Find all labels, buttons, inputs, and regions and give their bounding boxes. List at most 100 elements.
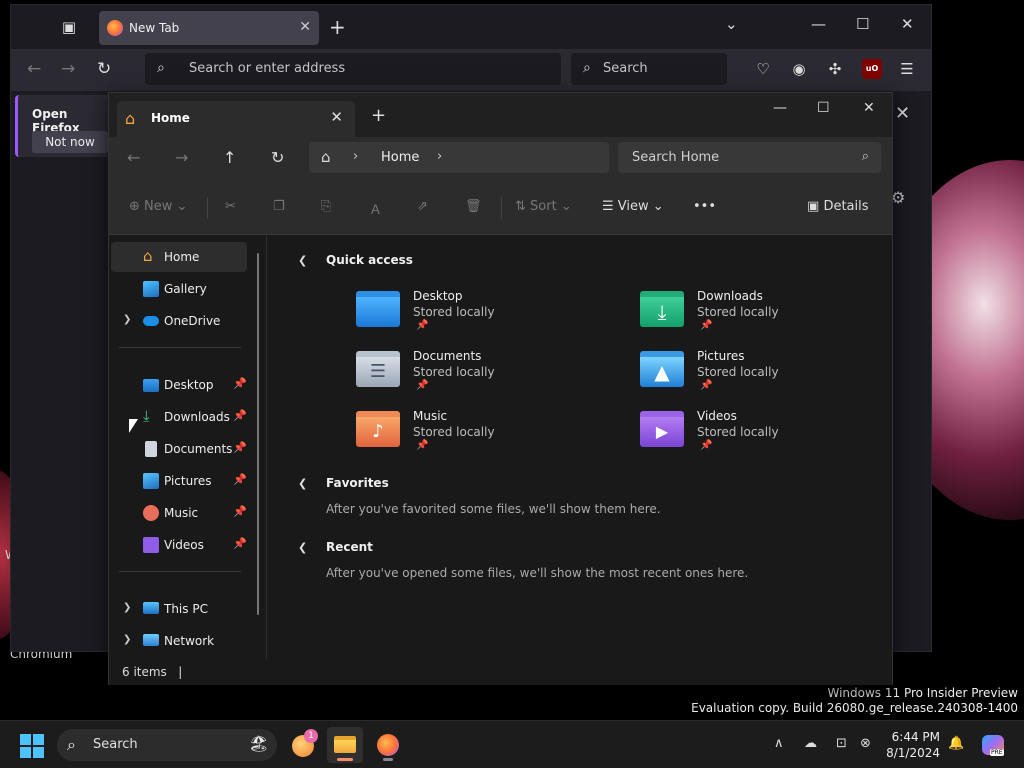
account-icon[interactable]: ◉ — [789, 59, 809, 79]
sidebar-item-home[interactable]: ⌂ Home — [111, 242, 247, 272]
new-button[interactable]: ⊕ New ⌄ — [129, 199, 187, 214]
close-tab-icon[interactable]: ✕ — [299, 19, 311, 35]
delete-icon[interactable]: 🗑 — [465, 199, 482, 214]
back-icon[interactable]: ← — [27, 59, 41, 79]
new-tab-icon[interactable]: + — [371, 105, 386, 126]
start-button[interactable] — [20, 734, 44, 758]
taskbar-app-notifications[interactable]: 1 — [286, 727, 322, 763]
minimize-icon[interactable]: — — [773, 100, 787, 116]
recent-chevron-icon[interactable]: ❮ — [298, 541, 307, 554]
sidebar-item-pictures[interactable]: Pictures 📌 — [111, 466, 247, 496]
chevron-right-icon[interactable]: › — [353, 149, 358, 164]
quick-access-pictures[interactable]: ▲ Pictures Stored locally 📌 — [640, 347, 880, 403]
sidebar-item-label: Gallery — [164, 282, 207, 296]
firefox-search-bar[interactable]: ⌕ Search — [571, 53, 727, 85]
nav-divider — [119, 571, 241, 572]
cut-icon[interactable]: ✂ — [225, 199, 236, 214]
rename-icon[interactable]: Ａ — [369, 199, 382, 218]
copilot-button[interactable]: PRE — [976, 727, 1012, 763]
paste-icon[interactable]: ⎘ — [321, 199, 331, 214]
favorites-chevron-icon[interactable]: ❮ — [298, 477, 307, 490]
explorer-tab-home[interactable]: ⌂ Home ✕ — [117, 101, 355, 137]
taskbar-search[interactable]: ⌕ Search 🏖 — [57, 729, 277, 761]
breadcrumb[interactable]: ⌂ › Home › — [309, 142, 609, 173]
windows-logo-pane — [20, 747, 31, 758]
view-button[interactable]: ☰ View ⌄ — [602, 199, 664, 214]
new-tab-icon[interactable]: + — [329, 15, 346, 39]
refresh-icon[interactable]: ↻ — [271, 148, 284, 167]
pictures-icon — [143, 473, 159, 489]
sidebar-item-onedrive[interactable]: ❯ OneDrive — [111, 306, 247, 336]
url-bar[interactable]: ⌕ Search or enter address — [145, 53, 561, 85]
back-icon[interactable]: ← — [127, 148, 140, 167]
chevron-right-icon[interactable]: ❯ — [123, 634, 131, 645]
forward-icon[interactable]: → — [61, 59, 75, 79]
chevron-right-icon[interactable]: ❯ — [123, 602, 131, 613]
close-window-icon[interactable]: ✕ — [901, 15, 914, 33]
tab-list-icon[interactable]: ▣ — [59, 17, 79, 37]
more-options-icon[interactable]: ••• — [693, 199, 716, 214]
quick-access-music[interactable]: ♪ Music Stored locally 📌 — [356, 407, 596, 463]
close-tab-icon[interactable]: ✕ — [330, 108, 343, 126]
reload-icon[interactable]: ↻ — [97, 59, 111, 79]
sidebar-item-this-pc[interactable]: ❯ This PC — [111, 594, 247, 624]
favorites-header[interactable]: Favorites — [326, 476, 389, 490]
quick-access-desktop[interactable]: Desktop Stored locally 📌 — [356, 287, 596, 343]
quick-access-status: Stored locally — [413, 425, 495, 439]
windows-watermark: Windows 11 Pro Insider Preview Evaluatio… — [691, 686, 1018, 716]
firefox-tab-newtab[interactable]: New Tab ✕ — [99, 11, 319, 45]
share-icon[interactable]: ⇗ — [417, 199, 428, 214]
gear-icon[interactable]: ⚙ — [891, 188, 905, 207]
close-window-icon[interactable]: ✕ — [863, 100, 875, 116]
ublock-icon[interactable]: uO — [862, 59, 882, 79]
sidebar-item-desktop[interactable]: Desktop 📌 — [111, 370, 247, 400]
menu-icon[interactable]: ☰ — [897, 59, 917, 79]
breadcrumb-home[interactable]: Home — [381, 150, 419, 165]
chevron-up-icon[interactable]: ∧ — [774, 736, 784, 751]
quick-access-videos[interactable]: ▶ Videos Stored locally 📌 — [640, 407, 880, 463]
quick-access-header[interactable]: Quick access — [326, 253, 413, 267]
computer-icon — [143, 602, 159, 614]
taskbar-app-firefox[interactable] — [370, 727, 406, 763]
maximize-icon[interactable]: ☐ — [856, 15, 869, 33]
details-button[interactable]: ▣ Details — [807, 199, 869, 214]
sidebar-item-videos[interactable]: Videos 📌 — [111, 530, 247, 560]
pin-icon: 📌 — [416, 380, 429, 391]
banner-close-icon[interactable]: ✕ — [895, 103, 910, 124]
chevron-right-icon[interactable]: › — [437, 149, 442, 164]
sidebar-item-label: Desktop — [164, 378, 214, 392]
command-bar: ⊕ New ⌄ ✂ ❐ ⎘ Ａ ⇗ 🗑 ⇅ Sort ⌄ ☰ View ⌄ ••… — [109, 181, 892, 235]
forward-icon[interactable]: → — [175, 148, 188, 167]
maximize-icon[interactable]: ☐ — [817, 100, 830, 116]
not-now-button[interactable]: Not now — [32, 131, 108, 153]
network-icon[interactable]: ⊡ — [836, 736, 847, 751]
copy-icon[interactable]: ❐ — [273, 199, 285, 214]
chevron-down-icon[interactable]: ⌄ — [725, 15, 738, 33]
explorer-search-input[interactable]: Search Home ⌕ — [618, 142, 881, 173]
clock[interactable]: 6:44 PM 8/1/2024 — [858, 729, 940, 761]
bell-icon[interactable]: 🔔 — [948, 736, 964, 751]
nav-scrollbar[interactable] — [257, 253, 259, 615]
pin-icon: 📌 — [700, 440, 713, 451]
item-count-text: 6 items — [122, 665, 167, 679]
sidebar-item-documents[interactable]: Documents 📌 — [111, 434, 247, 464]
extensions-icon[interactable]: ✣ — [825, 59, 845, 79]
quick-access-status: Stored locally — [413, 305, 495, 319]
onedrive-offline-icon[interactable]: ☁ — [804, 736, 817, 751]
file-explorer-window[interactable]: ⌂ Home ✕ + — ☐ ✕ ← → ↑ ↻ ⌂ › Home › Sear… — [108, 92, 893, 685]
sidebar-item-gallery[interactable]: Gallery — [111, 274, 247, 304]
sidebar-item-network[interactable]: ❯ Network — [111, 626, 247, 656]
chevron-right-icon[interactable]: ❯ — [123, 314, 131, 325]
quick-access-documents[interactable]: ☰ Documents Stored locally 📌 — [356, 347, 596, 403]
pocket-icon[interactable]: ♡ — [753, 59, 773, 79]
taskbar-app-file-explorer[interactable] — [327, 727, 363, 763]
recent-header[interactable]: Recent — [326, 540, 373, 554]
up-icon[interactable]: ↑ — [223, 148, 236, 167]
firefox-icon — [377, 734, 399, 756]
sort-button[interactable]: ⇅ Sort ⌄ — [515, 199, 572, 214]
sidebar-item-music[interactable]: Music 📌 — [111, 498, 247, 528]
quick-access-downloads[interactable]: ⤓ Downloads Stored locally 📌 — [640, 287, 880, 343]
sidebar-item-label: This PC — [164, 602, 208, 616]
quick-access-chevron-icon[interactable]: ❮ — [298, 254, 307, 267]
minimize-icon[interactable]: — — [811, 15, 826, 33]
